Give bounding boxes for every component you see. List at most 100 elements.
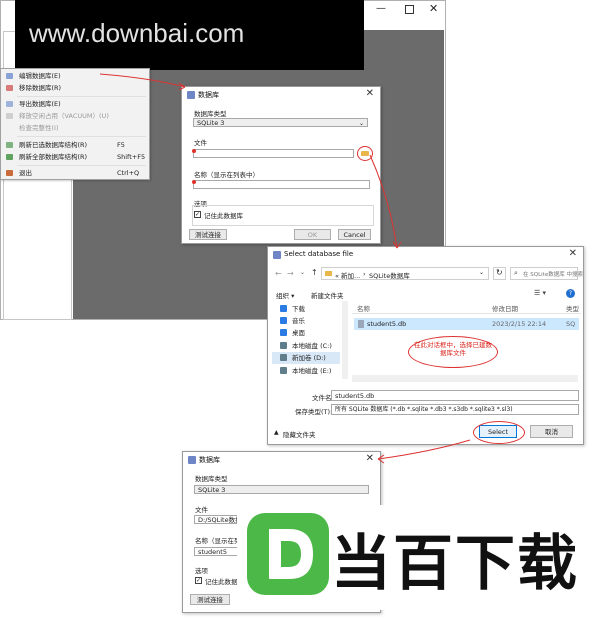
annotation-text: 在此对话框中，选择已建数据库文件 <box>414 341 492 357</box>
db-type-select[interactable]: SQLite 3 ⌄ <box>193 118 368 127</box>
menu-separator <box>17 136 146 137</box>
close-button[interactable]: ✕ <box>429 2 438 15</box>
refresh-icon <box>6 142 13 148</box>
edit-icon <box>6 73 13 79</box>
up-arrow-icon[interactable]: ↑ <box>311 268 318 277</box>
brand-logo: 当百下载 <box>237 505 600 610</box>
filetype-select[interactable]: 所有 SQLite 数据库 (*.db *.sqlite *.db3 *.s3d… <box>331 404 579 415</box>
dialog-titlebar: 数据库 ✕ <box>183 452 380 468</box>
sidebar-item-drive-d[interactable]: 新加卷 (D:) <box>272 352 340 364</box>
chevron-down-icon[interactable]: ⌄ <box>479 269 484 276</box>
nav-scrollbar[interactable] <box>342 301 348 379</box>
hide-folders-toggle[interactable]: 隐藏文件夹 <box>283 429 316 439</box>
exit-icon <box>6 170 13 176</box>
folder-icon <box>361 151 369 156</box>
menu-item-integrity-check[interactable]: 检查完整性(I) <box>1 122 149 134</box>
filename-input[interactable]: student5.db <box>331 390 579 401</box>
menu-separator <box>17 165 146 166</box>
options-label: 选项 <box>195 567 208 575</box>
file-label: 文件 <box>194 139 207 147</box>
menu-item-refresh-all[interactable]: 刷新全部数据库结构(R) Shift+F5 <box>1 151 149 163</box>
refresh-button[interactable]: ↻ <box>493 267 506 280</box>
drive-icon <box>280 367 287 374</box>
column-type[interactable]: 类型 <box>566 303 579 313</box>
cancel-button[interactable]: Cancel <box>338 229 371 240</box>
help-icon[interactable]: ? <box>566 289 575 298</box>
close-icon[interactable]: ✕ <box>366 88 374 99</box>
navigation-pane: 下载 音乐 桌面 本地磁盘 (C:) 新加卷 (D:) 本地磁盘 (E:) <box>268 301 349 385</box>
column-name[interactable]: 名称 <box>357 303 370 313</box>
filetype-label: 保存类型(T): <box>295 408 333 416</box>
close-icon[interactable]: ✕ <box>366 453 374 464</box>
dialog-titlebar: Select database file ✕ <box>268 247 583 263</box>
remember-db-checkbox[interactable]: ✓ <box>194 211 201 218</box>
name-label: 名称（显示在列表中） <box>194 171 259 179</box>
file-name: student5.db <box>367 320 407 328</box>
test-connection-button[interactable]: 测试连接 <box>190 594 230 605</box>
minimize-button[interactable]: — <box>376 3 386 14</box>
address-bar[interactable]: « 新加... › SQLite数据库 ⌄ <box>321 267 489 280</box>
file-label: 文件 <box>195 506 208 514</box>
desktop-icon <box>280 329 287 336</box>
menu-item-remove-db[interactable]: 移除数据库(R) <box>1 82 149 94</box>
forward-arrow-icon[interactable]: → <box>287 269 294 278</box>
file-row[interactable]: student5.db 2023/2/15 22:14 SQ <box>354 318 579 330</box>
watermark-banner: www.downbai.com <box>15 0 364 70</box>
database-dialog: 数据库 ✕ 数据库类型 SQLite 3 ⌄ 文件 名称（显示在列表中） 选项 … <box>181 86 381 244</box>
breadcrumb-current[interactable]: SQLite数据库 <box>369 270 410 280</box>
chevron-up-icon[interactable]: ▲ <box>274 429 279 436</box>
vacuum-icon <box>6 113 13 119</box>
horizontal-scrollbar[interactable] <box>352 375 578 382</box>
watermark-text: www.downbai.com <box>29 18 245 48</box>
maximize-button[interactable] <box>405 5 414 14</box>
database-icon <box>273 251 281 259</box>
menu-separator <box>17 96 146 97</box>
drive-icon <box>280 342 287 349</box>
menu-item-exit[interactable]: 退出 Ctrl+Q <box>1 167 149 179</box>
select-file-dialog: Select database file ✕ ← → ⌄ ↑ « 新加... ›… <box>267 246 584 445</box>
dialog-titlebar: 数据库 ✕ <box>182 87 380 103</box>
search-placeholder: 在 SQLite数据库 中搜索 <box>523 272 583 278</box>
column-date[interactable]: 修改日期 <box>492 303 518 313</box>
required-marker-dot <box>192 149 196 153</box>
recent-dropdown-icon[interactable]: ⌄ <box>300 269 305 276</box>
remember-db-label: 记住此数据库 <box>204 212 243 220</box>
chevron-down-icon: ⌄ <box>358 120 364 127</box>
browse-file-button[interactable] <box>357 146 373 161</box>
remember-db-checkbox[interactable]: ✓ <box>195 577 202 584</box>
menu-item-refresh-selected[interactable]: 刷新已选数据库结构(R) F5 <box>1 139 149 151</box>
database-icon <box>188 456 196 464</box>
search-box[interactable]: ⌕ 在 SQLite数据库 中搜索 <box>510 267 583 280</box>
organize-menu[interactable]: 组织 ▾ <box>276 290 294 300</box>
breadcrumb-parent[interactable]: « 新加... <box>335 270 360 280</box>
view-options-icon[interactable]: ☰ ▾ <box>534 289 546 297</box>
search-icon: ⌕ <box>514 269 518 277</box>
new-folder-button[interactable]: 新建文件夹 <box>311 290 344 300</box>
required-marker-dot <box>192 180 196 184</box>
database-context-menu: 编辑数据库(E) 移除数据库(R) 导出数据库(E) 释放空闲占用（VACUUM… <box>0 68 150 180</box>
close-icon[interactable]: ✕ <box>569 248 577 259</box>
file-date: 2023/2/15 22:14 <box>492 320 547 328</box>
db-type-select[interactable]: SQLite 3 <box>194 485 369 494</box>
select-highlight-ellipse <box>473 421 525 444</box>
test-connection-button[interactable]: 测试连接 <box>189 229 227 240</box>
brand-mark-icon <box>247 513 329 595</box>
export-icon <box>6 101 13 107</box>
remove-icon <box>6 85 13 91</box>
download-icon <box>280 305 287 312</box>
db-type-label: 数据库类型 <box>195 475 228 483</box>
menu-item-edit-db[interactable]: 编辑数据库(E) <box>1 70 149 82</box>
cancel-button[interactable]: 取消 <box>530 425 573 438</box>
drive-icon <box>280 354 287 361</box>
file-path-input[interactable] <box>193 149 354 158</box>
file-type: SQ <box>566 320 576 328</box>
ok-button[interactable]: OK <box>294 229 331 240</box>
menu-item-vacuum[interactable]: 释放空闲占用（VACUUM）(U) <box>1 110 149 122</box>
refresh-icon: ↻ <box>496 268 503 277</box>
db-type-label: 数据库类型 <box>194 110 227 118</box>
database-file-icon <box>358 320 364 328</box>
brand-text: 当百下载 <box>331 529 579 599</box>
menu-item-export-db[interactable]: 导出数据库(E) <box>1 98 149 110</box>
name-input[interactable] <box>193 180 370 189</box>
back-arrow-icon[interactable]: ← <box>275 269 282 278</box>
